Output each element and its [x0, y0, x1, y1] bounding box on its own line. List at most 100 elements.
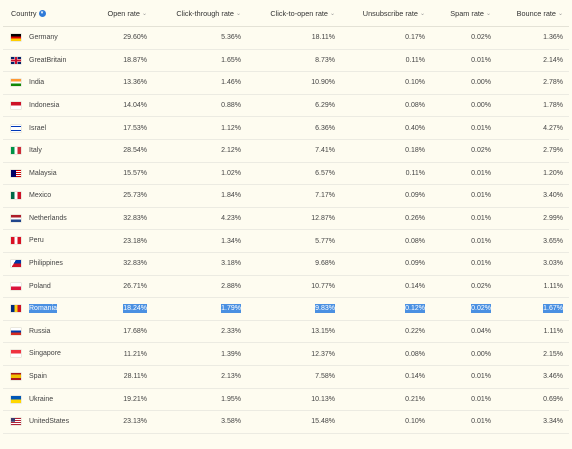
country-name: Netherlands: [29, 214, 67, 222]
unsubscribe-rate-value: 0.22%: [405, 328, 425, 336]
sort-chevron-icon[interactable]: ⌄: [142, 10, 147, 17]
click-to-open-rate-value: 5.77%: [315, 237, 335, 245]
table-row[interactable]: Poland 26.71% 2.88% 10.77% 0.14% 0.02% 1.11%: [3, 275, 569, 299]
sort-chevron-icon[interactable]: ⌄: [558, 10, 563, 17]
open-rate-value: 23.13%: [123, 418, 147, 426]
click-through-rate-value: 1.39%: [221, 350, 241, 358]
country-name: Singapore: [29, 350, 61, 358]
country-name: Indonesia: [29, 101, 60, 109]
click-through-rate-cell: 1.46%: [153, 71, 247, 95]
bounce-rate-cell: 3.46%: [497, 365, 569, 389]
table-row[interactable]: Israel 17.53% 1.12% 6.36% 0.40% 0.01% 4.27%: [3, 116, 569, 140]
spam-rate-cell: 0.01%: [431, 162, 497, 186]
spam-rate-value: 0.02%: [471, 282, 491, 290]
open-rate-value: 18.24%: [123, 304, 147, 314]
open-rate-value: 25.73%: [123, 192, 147, 200]
country-cell: Netherlands: [3, 207, 95, 231]
table-row[interactable]: Romania 18.24% 1.79% 9.83% 0.12% 0.02% 1.67%: [3, 297, 569, 321]
table-row[interactable]: Spain 28.11% 2.13% 7.58% 0.14% 0.01% 3.46%: [3, 365, 569, 389]
unsubscribe-rate-value: 0.08%: [405, 350, 425, 358]
header-spam-rate[interactable]: Spam rate ⌄: [431, 0, 497, 27]
click-through-rate-value: 3.18%: [221, 260, 241, 268]
bounce-rate-value: 2.99%: [543, 215, 563, 223]
spam-rate-value: 0.01%: [471, 395, 491, 403]
click-through-rate-cell: 1.12%: [153, 116, 247, 140]
spam-rate-cell: 0.01%: [431, 49, 497, 73]
spam-rate-value: 0.00%: [471, 350, 491, 358]
flag-netherlands-icon: [11, 214, 21, 222]
unsubscribe-rate-cell: 0.09%: [341, 184, 431, 208]
table-row[interactable]: Philippines 32.83% 3.18% 9.68% 0.09% 0.01% 3.0…: [3, 252, 569, 276]
click-through-rate-cell: 2.88%: [153, 275, 247, 299]
unsubscribe-rate-value: 0.09%: [405, 260, 425, 268]
spam-rate-value: 0.02%: [471, 34, 491, 42]
unsubscribe-rate-value: 0.14%: [405, 373, 425, 381]
spam-rate-value: 0.01%: [471, 56, 491, 64]
unsubscribe-rate-cell: 0.14%: [341, 365, 431, 389]
bounce-rate-value: 3.46%: [543, 373, 563, 381]
click-to-open-rate-value: 8.73%: [315, 56, 335, 64]
click-through-rate-cell: 4.23%: [153, 207, 247, 231]
unsubscribe-rate-cell: 0.11%: [341, 49, 431, 73]
table-row[interactable]: Netherlands 32.83% 4.23% 12.87% 0.26% 0.01% 2.…: [3, 207, 569, 231]
header-click-through-rate[interactable]: Click-through rate ⌄: [153, 0, 247, 27]
header-bounce-rate[interactable]: Bounce rate ⌄: [497, 0, 569, 27]
bounce-rate-value: 1.67%: [543, 304, 563, 314]
flag-israel-icon: [11, 124, 21, 132]
country-name: Russia: [29, 327, 51, 335]
spam-rate-value: 0.01%: [471, 373, 491, 381]
click-through-rate-value: 1.95%: [221, 395, 241, 403]
country-name: UnitedStates: [29, 418, 70, 426]
country-name: Italy: [29, 147, 42, 155]
spam-rate-cell: 0.00%: [431, 71, 497, 95]
click-to-open-rate-value: 7.41%: [315, 147, 335, 155]
table-row[interactable]: Germany 29.60% 5.36% 18.11% 0.17% 0.02% 1.36%: [3, 26, 569, 50]
sort-chevron-icon[interactable]: ⌄: [236, 10, 241, 17]
country-cell: Malaysia: [3, 162, 95, 186]
sort-chevron-icon[interactable]: ⌄: [486, 10, 491, 17]
header-bounce-label: Bounce rate: [516, 8, 556, 18]
flag-italy-icon: [11, 147, 21, 155]
click-through-rate-value: 1.12%: [221, 124, 241, 132]
open-rate-cell: 14.04%: [95, 94, 153, 118]
table-row[interactable]: Russia 17.68% 2.33% 13.15% 0.22% 0.04% 1.11%: [3, 320, 569, 344]
open-rate-cell: 19.21%: [95, 388, 153, 412]
table-row[interactable]: Italy 28.54% 2.12% 7.41% 0.18% 0.02% 2.79%: [3, 139, 569, 163]
click-to-open-rate-value: 18.11%: [311, 34, 335, 42]
sort-active-icon[interactable]: ▾: [38, 10, 46, 18]
table-row[interactable]: UnitedStates 23.13% 3.58% 15.48% 0.10% 0.01% 3…: [3, 410, 569, 434]
table-row[interactable]: India 13.36% 1.46% 10.90% 0.10% 0.00% 2.78%: [3, 71, 569, 95]
unsubscribe-rate-value: 0.40%: [405, 124, 425, 132]
bounce-rate-value: 1.11%: [543, 328, 563, 336]
header-country[interactable]: Country ▾: [3, 0, 95, 27]
open-rate-value: 32.83%: [123, 260, 147, 268]
unsubscribe-rate-value: 0.08%: [405, 237, 425, 245]
flag-indonesia-icon: [11, 101, 21, 109]
click-through-rate-value: 3.58%: [221, 418, 241, 426]
table-row[interactable]: Ukraine 19.21% 1.95% 10.13% 0.21% 0.01% 0.69%: [3, 388, 569, 412]
unsubscribe-rate-value: 0.17%: [405, 34, 425, 42]
table-row[interactable]: Indonesia 14.04% 0.88% 6.29% 0.08% 0.00% 1.78%: [3, 94, 569, 118]
click-through-rate-value: 2.88%: [221, 282, 241, 290]
table-row[interactable]: Mexico 25.73% 1.84% 7.17% 0.09% 0.01% 3.40%: [3, 184, 569, 208]
table-row[interactable]: GreatBritain 18.87% 1.65% 8.73% 0.11% 0.01% 2.…: [3, 49, 569, 73]
click-to-open-rate-cell: 5.77%: [247, 229, 341, 253]
table-row[interactable]: Peru 23.18% 1.34% 5.77% 0.08% 0.01% 3.65%: [3, 229, 569, 253]
unsubscribe-rate-cell: 0.08%: [341, 229, 431, 253]
sort-chevron-icon[interactable]: ⌄: [330, 10, 335, 17]
unsubscribe-rate-value: 0.09%: [405, 192, 425, 200]
click-to-open-rate-value: 12.87%: [311, 215, 335, 223]
bounce-rate-cell: 2.99%: [497, 207, 569, 231]
bounce-rate-value: 3.03%: [543, 260, 563, 268]
header-open-rate-label: Open rate: [107, 8, 140, 18]
header-open-rate[interactable]: Open rate ⌄: [95, 0, 153, 27]
header-unsubscribe-rate[interactable]: Unsubscribe rate ⌄: [341, 0, 431, 27]
click-to-open-rate-value: 12.37%: [311, 350, 335, 358]
header-click-to-open-rate[interactable]: Click-to-open rate ⌄: [247, 0, 341, 27]
unsubscribe-rate-cell: 0.10%: [341, 410, 431, 434]
click-through-rate-value: 4.23%: [221, 215, 241, 223]
sort-chevron-icon[interactable]: ⌄: [420, 10, 425, 17]
bounce-rate-value: 1.20%: [543, 169, 563, 177]
table-row[interactable]: Malaysia 15.57% 1.02% 6.57% 0.11% 0.01% 1.20%: [3, 162, 569, 186]
table-row[interactable]: Singapore 11.21% 1.39% 12.37% 0.08% 0.00% 2.15…: [3, 342, 569, 366]
